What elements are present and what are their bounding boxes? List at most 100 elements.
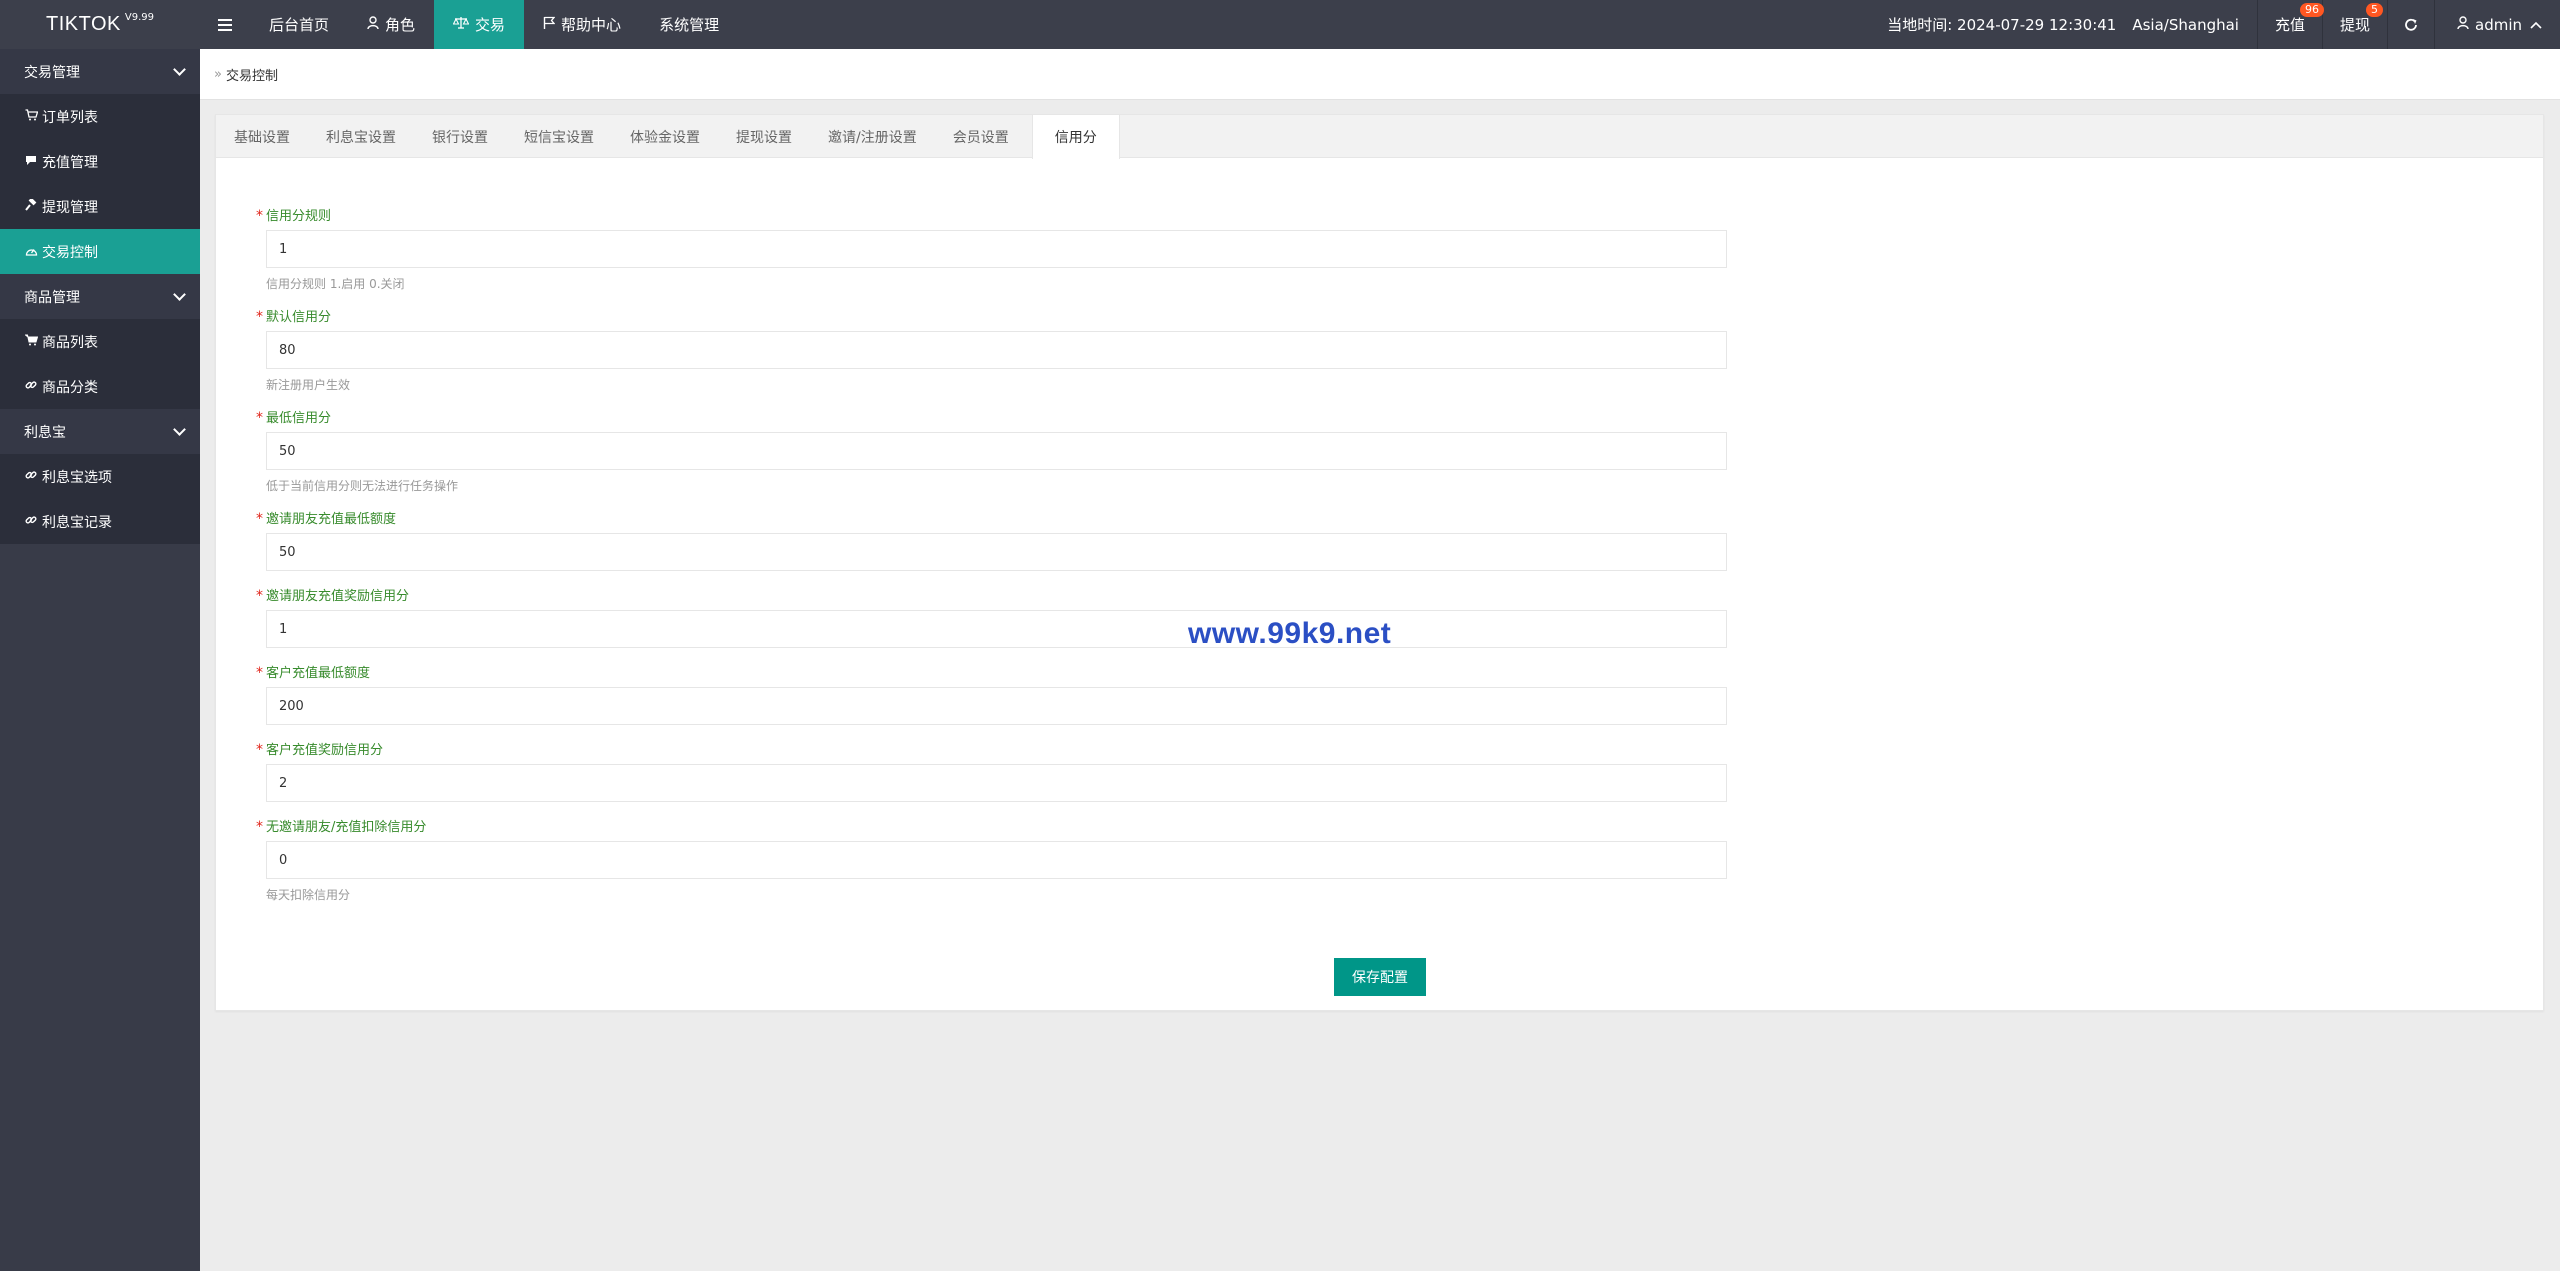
tab-basic[interactable]: 基础设置 <box>216 115 308 158</box>
field-help: 每天扣除信用分 <box>266 888 351 902</box>
required-mark: * <box>256 665 263 681</box>
sidebar-item-label: 交易控制 <box>42 244 98 261</box>
tab-interest[interactable]: 利息宝设置 <box>308 115 414 158</box>
sidebar-group-trade[interactable]: 交易管理 <box>0 49 200 94</box>
sidebar-group-goods[interactable]: 商品管理 <box>0 274 200 319</box>
save-config-button[interactable]: 保存配置 <box>1334 958 1426 996</box>
sidebar-item-withdraw[interactable]: 提现管理 <box>0 184 200 229</box>
field-label-text: 邀请朋友充值奖励信用分 <box>266 589 410 604</box>
required-mark: * <box>256 410 263 426</box>
invite-reward-credit-input[interactable] <box>266 610 1727 648</box>
nav-trade-label: 交易 <box>475 16 506 34</box>
nav-home[interactable]: 后台首页 <box>250 0 348 49</box>
user-icon <box>2457 16 2469 33</box>
sidebar-item-label: 利息宝记录 <box>42 514 112 531</box>
field-label-text: 无邀请朋友/充值扣除信用分 <box>266 820 427 835</box>
cart-icon <box>23 334 38 349</box>
sidebar-item-goods-list[interactable]: 商品列表 <box>0 319 200 364</box>
sidebar-group-label: 商品管理 <box>24 289 80 306</box>
top-nav: 后台首页 角色 交易 帮助中心 系统管理 <box>200 0 738 49</box>
customer-reward-credit-input[interactable] <box>266 764 1727 802</box>
sidebar: 交易管理 订单列表 充值管理 提现管理 交易控制 商品管理 商品列表 商品分类 … <box>0 49 200 1271</box>
flag-icon <box>543 16 556 33</box>
chevron-up-icon <box>2530 18 2542 32</box>
field-label: * 默认信用分 <box>256 309 1716 325</box>
timezone-text: Asia/Shanghai <box>2132 16 2239 34</box>
nav-trade[interactable]: 交易 <box>434 0 525 49</box>
field-label-text: 邀请朋友充值最低额度 <box>266 512 397 527</box>
required-mark: * <box>256 309 263 325</box>
double-chevron-right-icon: » <box>214 66 222 82</box>
dashboard-icon <box>24 245 38 259</box>
form-field-invite-reward-credit: * 邀请朋友充值奖励信用分 <box>256 589 1727 648</box>
nav-help[interactable]: 帮助中心 <box>524 0 640 49</box>
app-version: V9.99 <box>124 12 154 23</box>
sidebar-item-goods-category[interactable]: 商品分类 <box>0 364 200 409</box>
local-time: 当地时间: 2024-07-29 12:30:41 Asia/Shanghai <box>1887 14 2239 35</box>
field-help: 新注册用户生效 <box>266 378 351 392</box>
field-label-text: 信用分规则 <box>266 209 332 224</box>
refresh-icon[interactable] <box>2388 0 2434 49</box>
menu-toggle-icon[interactable] <box>200 0 250 49</box>
recharge-link[interactable]: 充值 96 <box>2258 0 2324 49</box>
nav-role-label: 角色 <box>385 16 416 34</box>
hammer-icon <box>24 197 38 214</box>
link-icon <box>24 469 38 484</box>
form-field-customer-min-recharge: * 客户充值最低额度 <box>256 665 1727 725</box>
default-credit-input[interactable] <box>266 331 1727 369</box>
cart-icon <box>24 109 38 124</box>
sidebar-item-interest-options[interactable]: 利息宝选项 <box>0 454 200 499</box>
sidebar-group-interest[interactable]: 利息宝 <box>0 409 200 454</box>
field-label-text: 默认信用分 <box>266 310 332 325</box>
credit-rule-input[interactable] <box>266 230 1727 268</box>
nav-role[interactable]: 角色 <box>348 0 434 49</box>
tab-trial[interactable]: 体验金设置 <box>612 115 718 158</box>
breadcrumb: » 交易控制 <box>200 49 2560 100</box>
scale-icon <box>452 16 470 33</box>
deduct-credit-input[interactable] <box>266 841 1727 879</box>
form-field-min-credit: *最低信用分 低于当前信用分则无法进行任务操作 <box>256 410 1727 494</box>
form-field-deduct-credit: *无邀请朋友/充值扣除信用分 每天扣除信用分 <box>256 820 1727 903</box>
sidebar-item-orders[interactable]: 订单列表 <box>0 94 200 139</box>
sidebar-item-recharge[interactable]: 充值管理 <box>0 139 200 184</box>
sidebar-item-interest-records[interactable]: 利息宝记录 <box>0 499 200 544</box>
nav-system-label: 系统管理 <box>659 16 720 34</box>
time-text: 当地时间: 2024-07-29 12:30:41 <box>1887 16 2117 34</box>
recharge-badge: 96 <box>2299 3 2324 17</box>
field-label-text: 最低信用分 <box>266 411 332 426</box>
header-right: 当地时间: 2024-07-29 12:30:41 Asia/Shanghai 充… <box>1887 0 2560 49</box>
settings-tabs: 基础设置 利息宝设置 银行设置 短信宝设置 体验金设置 提现设置 邀请/注册设置… <box>216 115 2543 159</box>
required-mark: * <box>256 208 263 224</box>
field-label: * 最低信用分 <box>256 410 1716 426</box>
tab-invite-register[interactable]: 邀请/注册设置 <box>810 115 935 158</box>
chevron-down-icon <box>173 422 186 436</box>
field-label-text: 客户充值最低额度 <box>266 666 371 681</box>
link-icon <box>24 514 38 529</box>
tab-member[interactable]: 会员设置 <box>935 115 1027 158</box>
nav-help-label: 帮助中心 <box>561 16 622 34</box>
top-header: TIKTOK V9.99 后台首页 角色 交易 帮助中心 系统管理 当地时间: 2… <box>0 0 2560 49</box>
settings-panel: 基础设置 利息宝设置 银行设置 短信宝设置 体验金设置 提现设置 邀请/注册设置… <box>215 114 2544 1011</box>
user-icon <box>367 16 379 33</box>
invite-min-recharge-input[interactable] <box>266 533 1727 571</box>
customer-min-recharge-input[interactable] <box>266 687 1727 725</box>
withdraw-link[interactable]: 提现 5 <box>2323 0 2387 49</box>
tab-withdraw[interactable]: 提现设置 <box>718 115 810 158</box>
app-logo: TIKTOK V9.99 <box>0 0 200 49</box>
user-menu[interactable]: admin <box>2435 0 2560 49</box>
min-credit-input[interactable] <box>266 432 1727 470</box>
nav-system[interactable]: 系统管理 <box>640 0 738 49</box>
sidebar-item-label: 商品分类 <box>42 379 98 396</box>
sidebar-group-label: 交易管理 <box>24 64 80 81</box>
sidebar-item-label: 商品列表 <box>42 334 98 351</box>
nav-home-label: 后台首页 <box>269 16 330 34</box>
tab-bank[interactable]: 银行设置 <box>414 115 506 158</box>
withdraw-badge: 5 <box>2366 3 2383 17</box>
tab-sms[interactable]: 短信宝设置 <box>506 115 612 158</box>
sidebar-item-trade-control[interactable]: 交易控制 <box>0 229 200 274</box>
breadcrumb-current[interactable]: 交易控制 <box>226 65 278 84</box>
tab-credit[interactable]: 信用分 <box>1031 115 1120 159</box>
form-field-customer-reward-credit: * 客户充值奖励信用分 <box>256 743 1727 802</box>
comment-icon <box>24 155 38 169</box>
sidebar-group-label: 利息宝 <box>24 424 66 441</box>
